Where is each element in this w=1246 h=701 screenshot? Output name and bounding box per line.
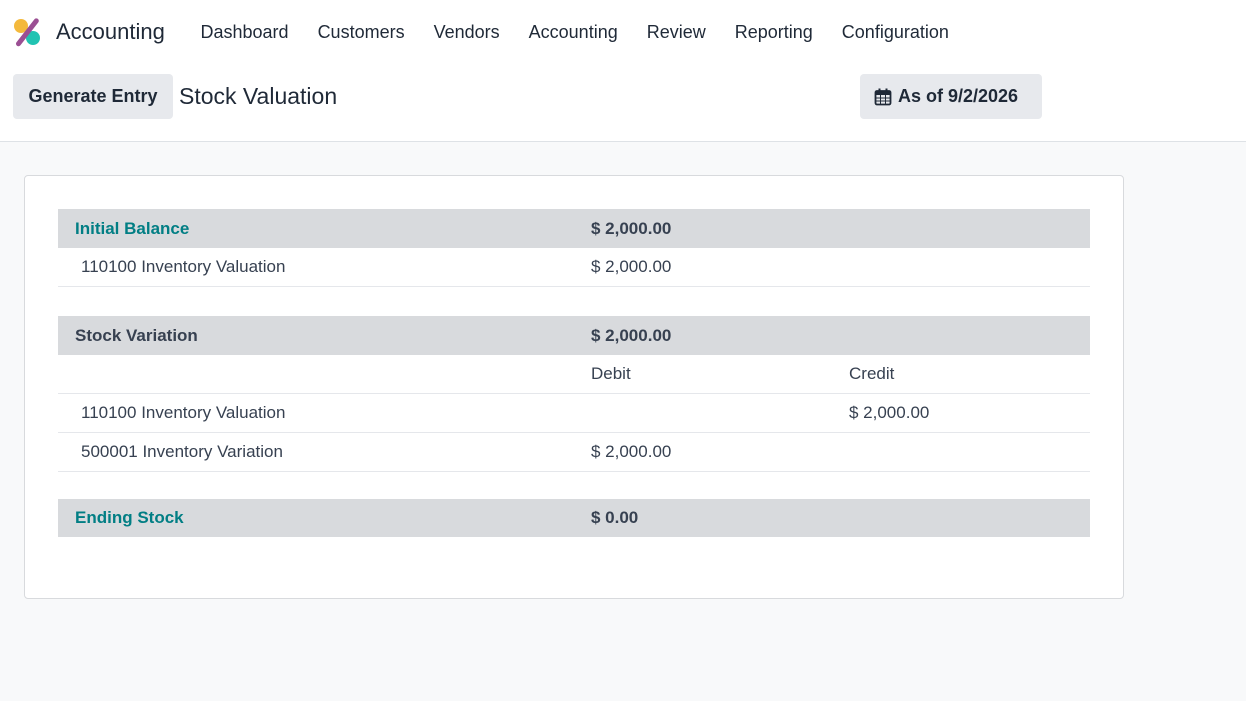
table-row: 110100 Inventory Valuation $ 2,000.00	[58, 394, 1090, 433]
debit-credit-header-row: Debit Credit	[58, 355, 1090, 394]
control-panel: Generate Entry Stock Valuation As of 9/2…	[0, 64, 1246, 142]
stock-variation-header-row: Stock Variation $ 2,000.00	[58, 316, 1090, 355]
generate-entry-button[interactable]: Generate Entry	[13, 74, 173, 119]
credit-column-header: Credit	[849, 364, 895, 383]
top-navbar: Accounting Dashboard Customers Vendors A…	[0, 0, 1246, 64]
account-label: 500001 Inventory Variation	[81, 442, 283, 461]
menu-item-accounting[interactable]: Accounting	[514, 22, 632, 43]
table-row: 500001 Inventory Variation $ 2,000.00	[58, 433, 1090, 472]
ending-stock-header-row: Ending Stock $ 0.00	[58, 499, 1090, 537]
ending-stock-amount: $ 0.00	[591, 508, 639, 527]
date-filter-button[interactable]: As of 9/2/2026	[860, 74, 1042, 119]
initial-balance-label[interactable]: Initial Balance	[75, 209, 189, 248]
menu-item-vendors[interactable]: Vendors	[419, 22, 514, 43]
menu-item-configuration[interactable]: Configuration	[827, 22, 963, 43]
date-filter-label: As of 9/2/2026	[898, 86, 1019, 106]
menu-item-reporting[interactable]: Reporting	[720, 22, 827, 43]
stock-valuation-card: Initial Balance $ 2,000.00 110100 Invent…	[24, 175, 1124, 599]
menu-item-review[interactable]: Review	[632, 22, 720, 43]
credit-amount: $ 2,000.00	[849, 403, 930, 422]
menu-item-customers[interactable]: Customers	[303, 22, 419, 43]
table-row: 110100 Inventory Valuation $ 2,000.00	[58, 248, 1090, 287]
page-title: Stock Valuation	[179, 83, 338, 109]
account-label: 110100 Inventory Valuation	[81, 403, 286, 422]
calendar-icon	[874, 88, 892, 105]
debit-amount: $ 2,000.00	[591, 442, 672, 461]
account-label: 110100 Inventory Valuation	[81, 257, 286, 276]
account-amount: $ 2,000.00	[591, 257, 672, 276]
menu-item-dashboard[interactable]: Dashboard	[186, 22, 303, 43]
ending-stock-label[interactable]: Ending Stock	[75, 499, 184, 537]
app-name[interactable]: Accounting	[56, 19, 165, 45]
stock-variation-amount: $ 2,000.00	[591, 325, 672, 345]
accounting-app-icon[interactable]	[12, 17, 42, 47]
initial-balance-amount: $ 2,000.00	[591, 218, 672, 238]
stock-variation-label: Stock Variation	[75, 325, 198, 345]
main-menu: Dashboard Customers Vendors Accounting R…	[186, 0, 963, 64]
debit-column-header: Debit	[591, 364, 631, 383]
initial-balance-header-row: Initial Balance $ 2,000.00	[58, 209, 1090, 248]
